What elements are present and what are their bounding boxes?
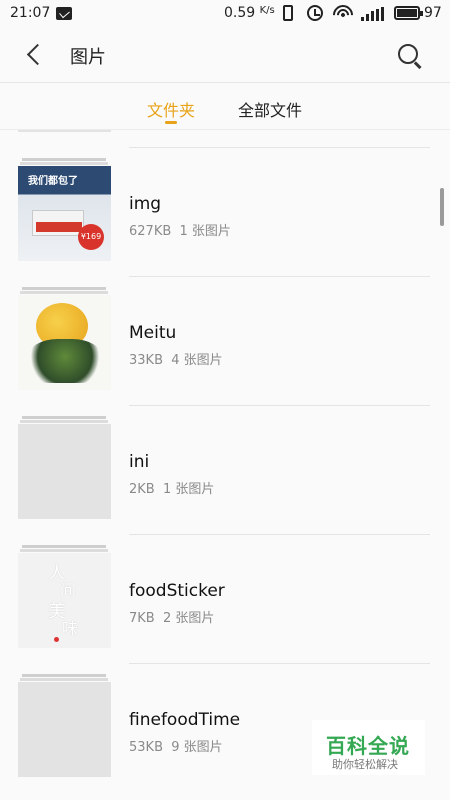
folder-meta: 53KB 9 张图片 (129, 736, 223, 755)
partial-row (18, 130, 111, 132)
folder-thumbnail (18, 424, 111, 519)
folder-item-meitu[interactable]: Meitu 33KB 4 张图片 (0, 277, 450, 406)
folder-thumbnail (18, 682, 111, 777)
folder-thumbnail: 我们都包了 ¥169 (18, 166, 111, 261)
thumb-stack (20, 549, 108, 552)
folder-count: 1 张图片 (179, 224, 231, 239)
watermark-title: 百科全说 (326, 734, 410, 758)
folder-item-ini[interactable]: ini 2KB 1 张图片 (0, 406, 450, 535)
status-time: 21:07 (10, 5, 51, 21)
folder-count: 9 张图片 (171, 740, 223, 755)
folder-name: foodSticker (129, 581, 225, 601)
folder-size: 53KB (129, 740, 163, 755)
thumb-stack (20, 162, 108, 165)
thumb-product-band (36, 222, 82, 232)
folder-thumbnail (18, 295, 111, 390)
folder-size: 7KB (129, 611, 155, 626)
scrollbar-thumb[interactable] (440, 188, 444, 226)
folder-count: 4 张图片 (171, 353, 223, 368)
thumb-char: 味 (62, 619, 79, 638)
thumb-stack (22, 416, 106, 419)
signal-icon (361, 7, 385, 21)
battery-percent: 97 (424, 5, 442, 21)
thumb-headline: 我们都包了 (28, 176, 78, 187)
folder-count: 1 张图片 (162, 482, 215, 497)
thumb-stack (20, 291, 108, 294)
folder-list[interactable]: 我们都包了 ¥169 img 627KB 1 张图片 Meitu 33KB 4 … (0, 130, 450, 800)
folder-thumbnail: 人 间 美 味 (18, 553, 111, 648)
folder-meta: 2KB 1 张图片 (129, 478, 214, 497)
vibrate-icon (283, 5, 293, 21)
folder-name: finefoodTime (129, 710, 241, 730)
tab-bar: 文件夹 全部文件 (0, 83, 450, 129)
back-arrow-icon[interactable] (22, 42, 48, 68)
thumb-stack (22, 158, 106, 161)
battery-icon (394, 6, 423, 20)
folder-meta: 33KB 4 张图片 (129, 349, 223, 368)
folder-item-foodsticker[interactable]: 人 间 美 味 foodSticker 7KB 2 张图片 (0, 535, 450, 664)
title-bar: 图片 (0, 28, 450, 82)
search-icon[interactable] (396, 42, 424, 70)
watermark: 百科全说 助你轻松解决 (312, 720, 425, 775)
thumb-stack (22, 287, 106, 290)
page-title: 图片 (70, 47, 106, 68)
thumb-tree (28, 339, 102, 383)
folder-size: 627KB (129, 224, 172, 239)
folder-name: Meitu (129, 323, 177, 343)
folder-name: img (129, 194, 162, 214)
thumb-stack (22, 674, 106, 677)
thumb-seal (54, 637, 59, 642)
thumb-price-badge: ¥169 (78, 224, 104, 250)
folder-size: 2KB (129, 482, 155, 497)
thumb-stack (20, 678, 108, 681)
alarm-icon (307, 5, 323, 21)
folder-item-img[interactable]: 我们都包了 ¥169 img 627KB 1 张图片 (0, 148, 450, 277)
wifi-icon (333, 3, 353, 23)
network-speed-unit: K/s (259, 5, 275, 16)
tab-folders[interactable]: 文件夹 (147, 97, 195, 121)
watermark-subtitle: 助你轻松解决 (332, 758, 398, 771)
tab-active-indicator (165, 121, 177, 124)
notification-icon (56, 7, 72, 20)
folder-meta: 7KB 2 张图片 (129, 607, 214, 626)
thumb-stack (20, 420, 108, 423)
folder-size: 33KB (129, 353, 163, 368)
folder-meta: 627KB 1 张图片 (129, 220, 231, 239)
folder-name: ini (129, 452, 150, 472)
tab-all-files[interactable]: 全部文件 (238, 97, 302, 121)
network-speed-value: 0.59 (224, 5, 256, 21)
folder-count: 2 张图片 (162, 611, 215, 626)
status-bar: 21:07 0.59 K/s 97 (0, 0, 450, 28)
network-speed: 0.59 K/s (224, 5, 275, 21)
thumb-stack (22, 545, 106, 548)
